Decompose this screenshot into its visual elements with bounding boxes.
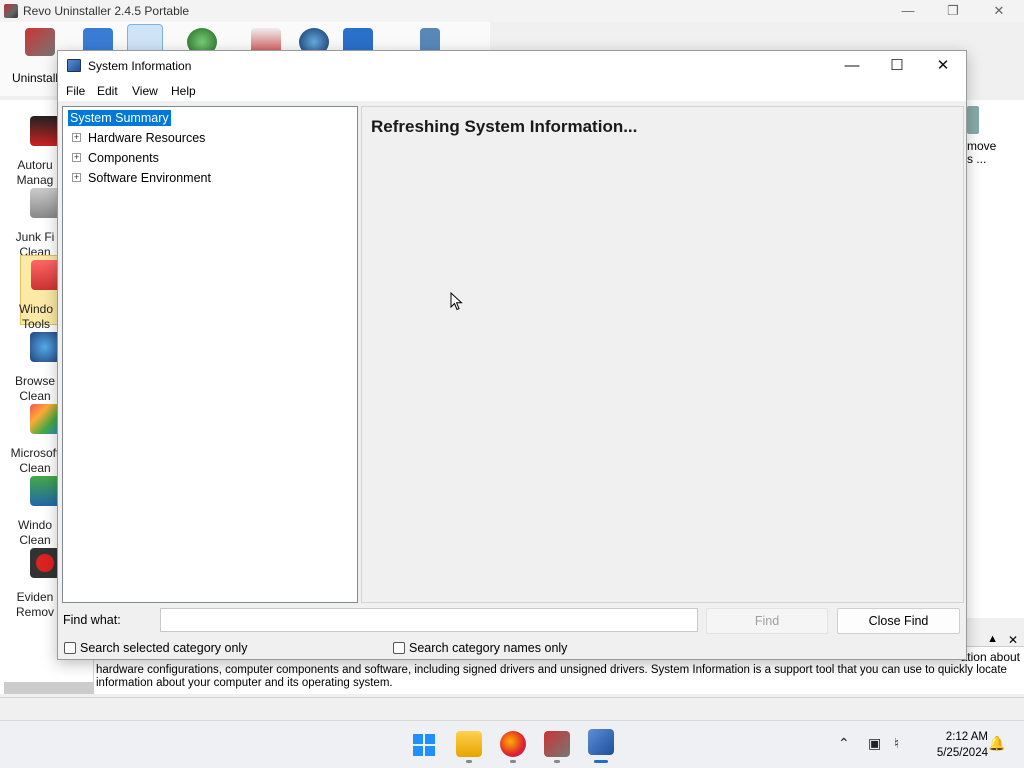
office-icon	[30, 404, 60, 434]
clock-date: 5/25/2024	[936, 747, 988, 759]
revo-status-bar	[0, 697, 1024, 720]
start-button-icon[interactable]	[412, 733, 436, 757]
refreshing-message: Refreshing System Information...	[371, 117, 638, 136]
revo-minimize-button[interactable]: —	[885, 0, 931, 22]
tree-node-label: Software Environment	[88, 171, 211, 185]
tree-node-system-summary[interactable]: System Summary	[68, 110, 171, 126]
sidebar-item-windows-tools[interactable]: Windo Tools	[19, 255, 61, 331]
menu-file[interactable]: File	[66, 84, 85, 98]
running-indicator	[554, 760, 560, 763]
system-information-icon	[67, 59, 81, 72]
menu-edit[interactable]: Edit	[97, 84, 118, 98]
volume-muted-icon[interactable]: ♮	[894, 735, 899, 752]
globe-icon	[30, 332, 60, 362]
msinfo-titlebar: System Information — ☐ ✕	[58, 51, 966, 81]
checkbox-box[interactable]	[64, 642, 76, 654]
pin-icon[interactable]: ▲	[987, 633, 998, 645]
tree-node-label: Components	[88, 151, 159, 165]
expand-icon[interactable]: +	[72, 153, 81, 162]
description-overflow-text: ation about	[960, 650, 1020, 664]
expand-icon[interactable]: +	[72, 133, 81, 142]
chevron-up-icon[interactable]: ⌃	[838, 735, 850, 752]
uninstaller-icon[interactable]	[25, 28, 55, 56]
traffic-light-icon	[30, 116, 60, 146]
close-icon[interactable]: ✕	[1008, 633, 1018, 647]
system-information-window: System Information — ☐ ✕ File Edit View …	[57, 50, 967, 660]
system-clock[interactable]: 2:12 AM 5/25/2024	[918, 729, 988, 761]
active-indicator	[594, 760, 608, 763]
menu-view[interactable]: View	[132, 84, 158, 98]
revo-app-icon	[4, 4, 18, 18]
minimize-button[interactable]: —	[829, 51, 875, 81]
revo-window-title: Revo Uninstaller 2.4.5 Portable	[23, 4, 190, 18]
revo-close-button[interactable]: ✕	[976, 0, 1022, 22]
horizontal-scrollbar[interactable]	[4, 682, 94, 694]
tree-node-label: Hardware Resources	[88, 131, 206, 145]
window-title: System Information	[88, 59, 192, 73]
close-find-button[interactable]: Close Find	[837, 608, 960, 634]
find-what-label: Find what:	[63, 613, 121, 627]
menu-bar: File Edit View Help	[58, 81, 966, 101]
detail-pane: Refreshing System Information...	[361, 106, 964, 603]
revo-uninstaller-taskbar-icon[interactable]	[544, 731, 570, 757]
checkbox-label: Search category names only	[409, 641, 568, 655]
menu-help[interactable]: Help	[171, 84, 196, 98]
description-text: hardware configurations, computer compon…	[96, 664, 1007, 689]
tool-label[interactable]: s ...	[967, 152, 986, 166]
evidence-icon	[30, 548, 60, 578]
checkbox-label: Search selected category only	[80, 641, 248, 655]
revo-titlebar: Revo Uninstaller 2.4.5 Portable — ❐ ✕	[0, 0, 1024, 22]
taskbar: ⌃ ▣ ♮ 2:12 AM 5/25/2024 🔔	[0, 720, 1024, 768]
uninstaller-label: Uninstall	[12, 71, 59, 85]
tool-icon	[967, 106, 979, 134]
system-information-taskbar-icon[interactable]	[588, 729, 614, 755]
network-icon[interactable]: ▣	[868, 735, 881, 752]
mouse-cursor-icon	[450, 292, 463, 311]
checkbox-box[interactable]	[393, 642, 405, 654]
category-tree[interactable]: System Summary + Hardware Resources + Co…	[62, 106, 358, 603]
find-what-input[interactable]	[160, 608, 698, 632]
close-button[interactable]: ✕	[920, 51, 966, 81]
windows-icon	[30, 476, 60, 506]
notification-bell-icon[interactable]: 🔔	[988, 735, 1005, 752]
tool-label[interactable]: move	[967, 139, 996, 153]
revo-tool-panel: move s ...	[966, 100, 1024, 618]
running-indicator	[466, 760, 472, 763]
revo-restore-button[interactable]: ❐	[930, 0, 976, 22]
running-indicator	[510, 760, 516, 763]
firefox-icon[interactable]	[500, 731, 526, 757]
clock-time: 2:12 AM	[945, 731, 988, 743]
maximize-button[interactable]: ☐	[874, 51, 920, 81]
find-button[interactable]: Find	[706, 608, 828, 634]
broom-icon	[30, 188, 60, 218]
file-explorer-icon[interactable]	[456, 731, 482, 757]
expand-icon[interactable]: +	[72, 173, 81, 182]
